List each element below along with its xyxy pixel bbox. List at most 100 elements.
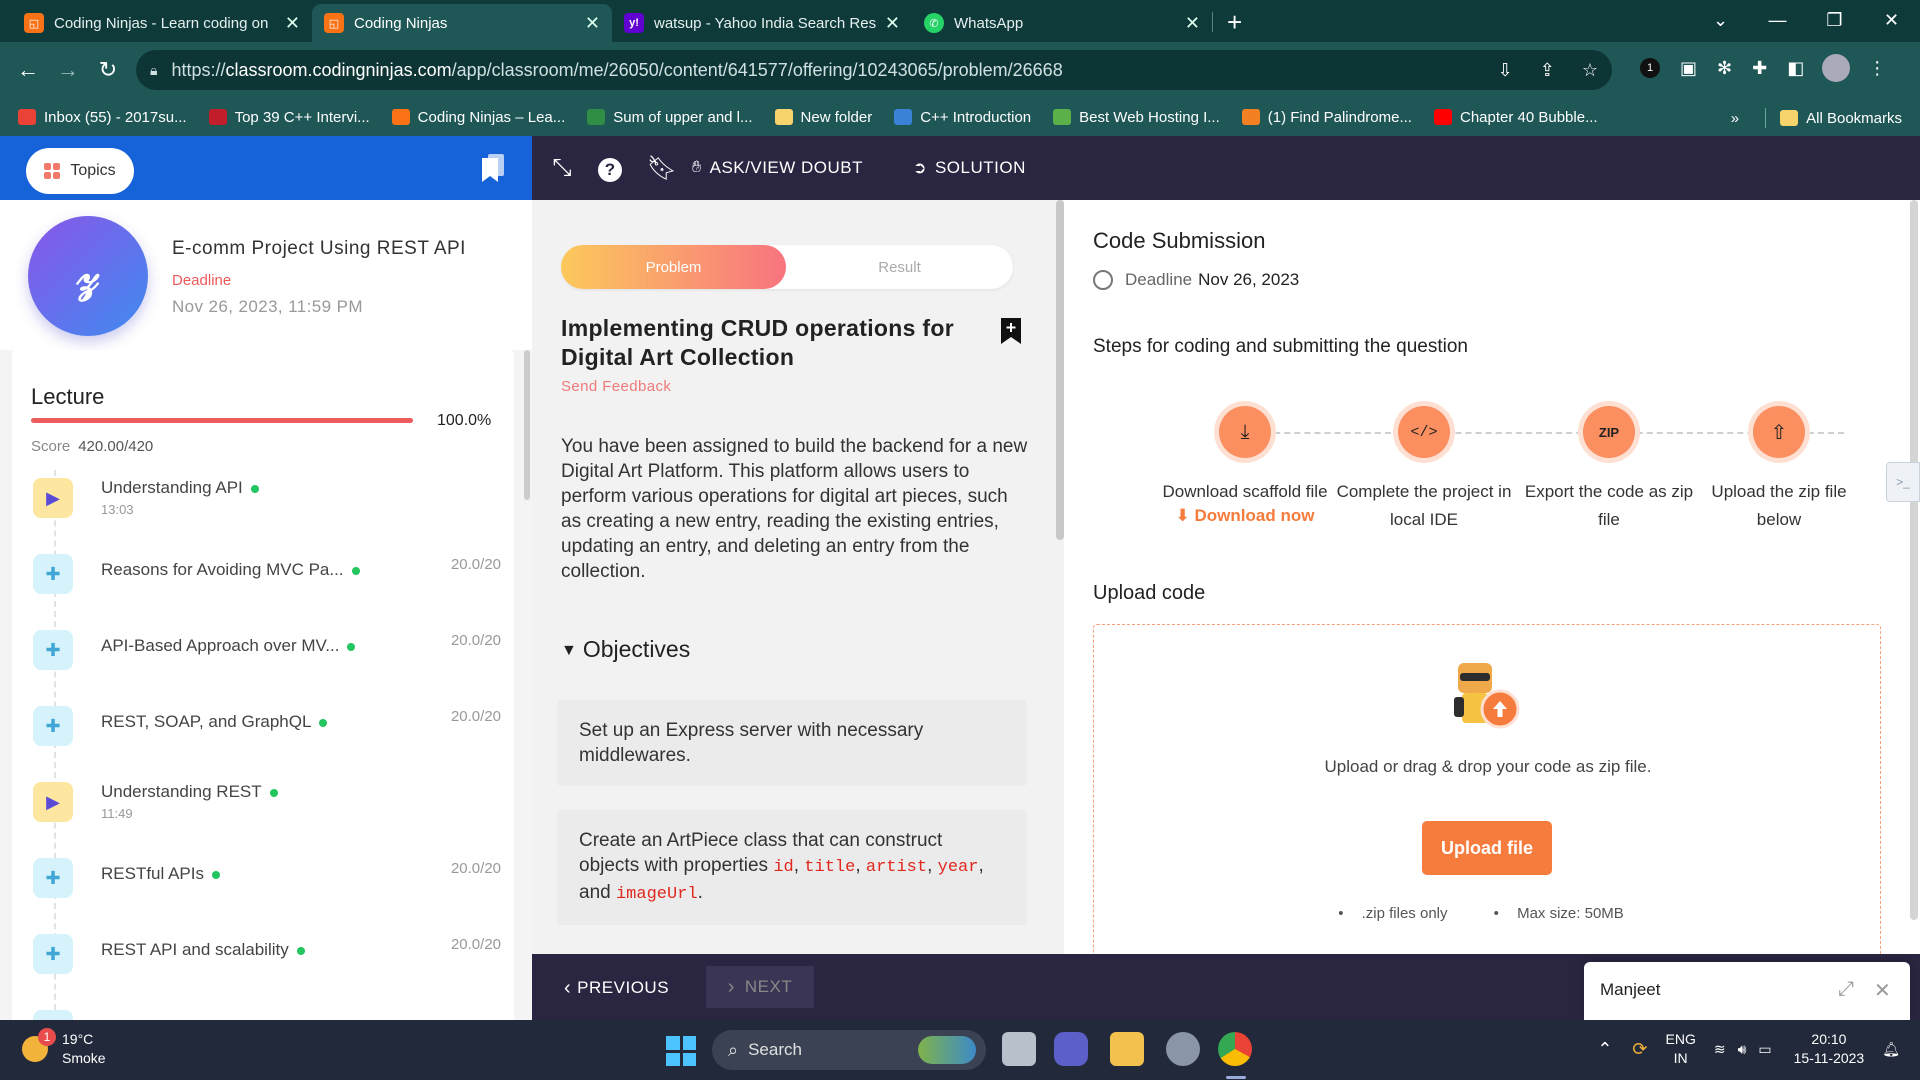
active-app-indicator [1226,1076,1246,1079]
sidebar-toggle-icon[interactable]: ◧ [1787,58,1804,79]
close-window-icon[interactable]: ✕ [1863,10,1920,31]
lecture-item[interactable]: ✚ REST, SOAP, and GraphQL 20.0/20 [31,700,501,760]
ninja-upload-icon [1454,663,1520,729]
minimize-icon[interactable]: — [1749,10,1806,31]
share-icon[interactable]: ⇪ [1540,60,1555,80]
close-tab-icon[interactable]: ✕ [1185,13,1200,34]
teams-chat-icon[interactable] [1054,1032,1088,1066]
taskbar-search[interactable]: ⌕ Search [712,1030,986,1070]
bookmark-item[interactable]: New folder [774,109,872,126]
settings-gear-icon[interactable] [1166,1032,1200,1066]
bookmark-item[interactable]: Top 39 C++ Intervi... [208,109,370,126]
bookmark-item[interactable]: C++ Introduction [894,109,1031,126]
send-feedback-link[interactable]: Send Feedback [561,378,671,395]
extension-badge-icon[interactable]: 1 [1640,58,1660,78]
new-tab-icon[interactable]: + [1227,7,1242,38]
expand-icon[interactable]: ⤡ [546,154,578,182]
help-icon[interactable]: ? [594,154,626,182]
tab-search-chevron-icon[interactable]: ⌄ [1692,10,1749,31]
code-token: imageUrl [615,885,698,904]
lecture-item-name: RESTful APIs [101,864,220,884]
bookmarks-bar: Inbox (55) - 2017su... Top 39 C++ Interv… [0,98,1920,136]
puzzle-icon: ✚ [33,1010,73,1020]
all-bookmarks-link[interactable]: All Bookmarks [1806,110,1902,127]
lecture-item[interactable]: ✚ REST API and scalability 20.0/20 [31,928,501,988]
star-icon[interactable]: ☆ [1582,60,1598,80]
lecture-progress-bar [31,418,413,423]
expand-chat-icon[interactable]: ⤢ [1838,978,1854,1001]
close-tab-icon[interactable]: ✕ [585,13,600,34]
upload-dropzone[interactable]: Upload or drag & drop your code as zip f… [1093,624,1881,954]
tab-problem[interactable]: Problem [561,245,786,289]
chat-popup[interactable]: Manjeet ⤢ ✕ [1584,962,1910,1020]
lecture-item[interactable]: ✚ API-Based Approach over MV... 20.0/20 [31,624,501,684]
wifi-icon[interactable]: ≋ [1714,1041,1726,1058]
bookmark-item[interactable]: Inbox (55) - 2017su... [18,109,187,126]
middle-scrollbar[interactable] [1056,200,1064,540]
url-bar[interactable]: 🔒︎ https://classroom.codingninjas.com/ap… [136,50,1612,90]
chrome-icon[interactable] [1218,1032,1252,1066]
back-icon[interactable]: ← [8,57,48,83]
system-tray: ⌃ ⟳ ENG IN ≋ 🔊︎ ▭ 20:10 15-11-2023 🔔︎ [1597,1030,1900,1068]
windows-start-icon[interactable] [666,1036,696,1066]
bookmark-item[interactable]: (1) Find Palindrome... [1241,109,1412,126]
lock-icon[interactable]: 🔒︎ [150,62,157,79]
forward-icon[interactable]: → [48,57,88,83]
url-text[interactable]: https://classroom.codingninjas.com/app/c… [171,60,1475,81]
lecture-item-partial[interactable]: ✚ [31,1004,501,1020]
show-hidden-icons-chevron-icon[interactable]: ⌃ [1597,1039,1612,1060]
bookmark-problem-icon[interactable] [1001,318,1021,344]
bookmark-item[interactable]: Best Web Hosting I... [1053,109,1220,126]
side-drawer-tab[interactable]: >_ [1886,462,1920,502]
lecture-item[interactable]: ✚ RESTful APIs 20.0/20 [31,852,501,912]
install-app-icon[interactable]: ⇩ [1498,60,1513,80]
weather-widget[interactable]: 1 19°C Smoke [22,1028,106,1068]
sync-icon[interactable]: ⟳ [1632,1039,1647,1060]
bookmark-item[interactable]: Sum of upper and l... [587,109,753,126]
left-scrollbar[interactable] [524,350,530,500]
close-chat-icon[interactable]: ✕ [1874,978,1891,1003]
completed-dot [347,642,356,651]
upload-file-button[interactable]: Upload file [1422,821,1552,875]
download-now-link[interactable]: ⬇ Download now [1155,506,1335,526]
more-bookmarks-icon[interactable]: » [1731,110,1739,127]
language-indicator[interactable]: ENG IN [1666,1030,1696,1068]
topics-button[interactable]: Topics [26,148,134,194]
bookmark-add-icon[interactable]: 🔖︎ [646,154,678,183]
profile-avatar[interactable] [1822,54,1851,82]
bookmark-item[interactable]: Chapter 40 Bubble... [1433,109,1598,126]
bookmarks-icon[interactable] [482,154,504,182]
course-logo-icon: 𝓏 [28,216,148,336]
close-tab-icon[interactable]: ✕ [285,13,300,34]
browser-tab-2[interactable]: ◱ Coding Ninjas ✕ [312,4,612,42]
screen-capture-icon[interactable]: ▣ [1680,58,1697,79]
restore-icon[interactable]: ❐ [1806,10,1863,31]
file-explorer-icon[interactable] [1110,1032,1144,1066]
lecture-item[interactable]: ▶ Understanding REST 11:49 [31,776,501,836]
settings-extension-icon[interactable]: ✻ [1717,58,1732,79]
close-tab-icon[interactable]: ✕ [885,13,900,34]
browser-tab-1[interactable]: ◱ Coding Ninjas - Learn coding on ✕ [12,4,312,42]
lecture-item[interactable]: ▶ Understanding API 13:03 [31,472,501,532]
clock[interactable]: 20:10 15-11-2023 [1794,1030,1865,1068]
reload-icon[interactable]: ↻ [88,57,128,83]
ask-doubt-button[interactable]: ✋︎ ASK/VIEW DOUBT [692,158,863,178]
battery-icon[interactable]: ▭ [1758,1041,1771,1058]
solution-button[interactable]: ➲ SOLUTION [913,158,1026,178]
menu-kebab-icon[interactable]: ⋮ [1868,58,1886,79]
objectives-toggle[interactable]: ▼ Objectives [561,636,690,663]
task-view-icon[interactable] [1002,1032,1036,1066]
volume-icon[interactable]: 🔊︎ [1738,1041,1747,1058]
topics-label: Topics [70,162,116,179]
previous-button[interactable]: ‹ PREVIOUS [564,968,669,1008]
next-button[interactable]: › NEXT [706,966,814,1008]
browser-tab-3[interactable]: y! watsup - Yahoo India Search Res ✕ [612,4,912,42]
bookmark-item[interactable]: Coding Ninjas – Lea... [391,109,565,126]
notifications-bell-icon[interactable]: 🔔︎ [1882,1041,1900,1058]
hosting-icon [1053,109,1072,125]
puzzle-extensions-icon[interactable]: ✚ [1752,58,1767,79]
browser-tab-4[interactable]: ✆ WhatsApp ✕ [912,4,1212,42]
lecture-item[interactable]: ✚ Reasons for Avoiding MVC Pa... 20.0/20 [31,548,501,608]
right-scrollbar[interactable] [1910,200,1918,920]
tab-result[interactable]: Result [786,245,1013,289]
